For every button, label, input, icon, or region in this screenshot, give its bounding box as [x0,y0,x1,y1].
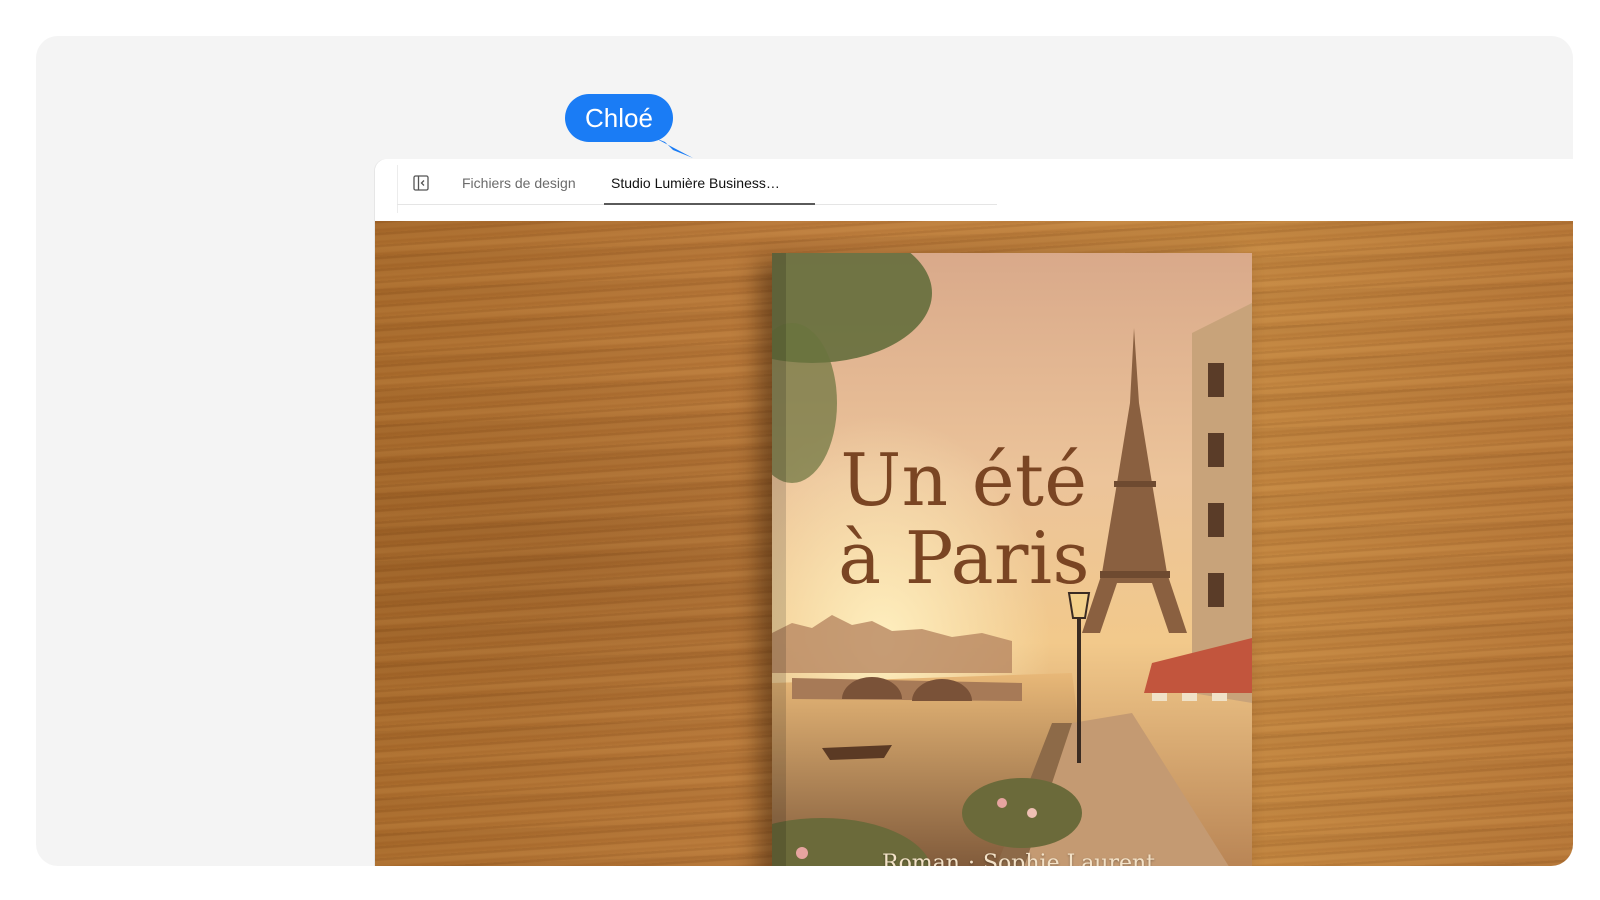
collaborator-cursor-icon [655,138,693,158]
workspace-background: Fichiers de design Studio Lumière Busine… [36,36,1573,866]
design-canvas[interactable]: Un été à Paris Roman · Sophie Laurent [375,221,1573,866]
sidebar-toggle-icon[interactable] [413,175,429,191]
tab-studio-lumiere[interactable]: Studio Lumière Business… [611,175,780,191]
app-window: Fichiers de design Studio Lumière Busine… [375,159,1573,866]
book-title: Un été à Paris [772,441,1156,597]
collaborator-cursor-label: Chloé [565,94,673,142]
book-byline: Roman · Sophie Laurent [882,851,1155,866]
book-title-line-1: Un été [840,438,1088,522]
tab-bar-divider [397,165,398,213]
book-cover-mockup[interactable]: Un été à Paris Roman · Sophie Laurent [772,253,1252,866]
tab-design-files[interactable]: Fichiers de design [462,175,576,191]
book-author: Sophie Laurent [982,851,1156,866]
book-title-line-2: à Paris [838,516,1090,600]
tab-bar: Fichiers de design Studio Lumière Busine… [375,159,1573,221]
active-tab-indicator [604,203,815,205]
book-genre: Roman [882,851,960,866]
byline-separator: · [967,851,975,866]
